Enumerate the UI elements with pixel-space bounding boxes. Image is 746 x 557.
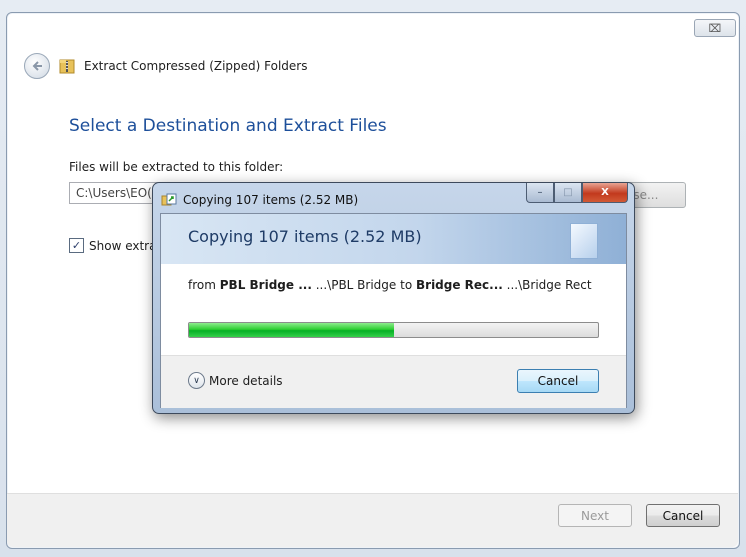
next-button[interactable]: Next xyxy=(558,504,632,527)
page-heading: Select a Destination and Extract Files xyxy=(69,116,387,136)
copy-titlebar: Copying 107 items (2.52 MB) xyxy=(161,189,358,211)
copy-dialog-footer: ∨ More details Cancel xyxy=(161,355,626,408)
source-path: ...\PBL Bridge xyxy=(315,278,397,292)
destination-name[interactable]: Bridge Rec... xyxy=(416,278,503,292)
copy-dialog-body: Copying 107 items (2.52 MB) from PBL Bri… xyxy=(160,213,627,408)
wizard-titlebar: Extract Compressed (Zipped) Folders xyxy=(24,52,308,80)
document-icon xyxy=(570,223,598,259)
from-word: from xyxy=(188,278,216,292)
copy-dialog-title: Copying 107 items (2.52 MB) xyxy=(183,193,359,207)
maximize-button[interactable]: □ xyxy=(554,183,582,203)
show-files-label: Show extra xyxy=(89,238,157,253)
copy-progress-bar xyxy=(188,322,599,338)
caption-buttons: – □ X xyxy=(526,183,628,203)
copy-source-destination: from PBL Bridge ... ...\PBL Bridge to Br… xyxy=(188,278,592,292)
minimize-button[interactable]: – xyxy=(526,183,554,203)
zip-folder-icon xyxy=(59,59,75,74)
back-arrow-icon[interactable] xyxy=(24,53,50,79)
destination-label: Files will be extracted to this folder: xyxy=(69,160,284,174)
copy-files-icon xyxy=(161,193,177,206)
more-details-label: More details xyxy=(209,373,283,388)
window-title: Extract Compressed (Zipped) Folders xyxy=(84,59,308,73)
chevron-down-icon[interactable]: ∨ xyxy=(188,372,205,389)
close-button[interactable]: X xyxy=(582,183,628,203)
copy-banner: Copying 107 items (2.52 MB) xyxy=(161,214,626,264)
copy-progress-dialog: Copying 107 items (2.52 MB) – □ X Copyin… xyxy=(152,182,635,414)
copy-cancel-button[interactable]: Cancel xyxy=(517,369,599,393)
progress-fill xyxy=(189,323,394,337)
wizard-close-button[interactable]: ⌧ xyxy=(694,19,736,37)
destination-path: ...\Bridge Rect xyxy=(506,278,592,292)
to-word: to xyxy=(400,278,413,292)
show-files-checkbox[interactable]: ✓ Show extra xyxy=(69,238,156,253)
copy-banner-text: Copying 107 items (2.52 MB) xyxy=(188,227,422,246)
source-name[interactable]: PBL Bridge ... xyxy=(220,278,312,292)
checkbox-checked[interactable]: ✓ xyxy=(69,238,84,253)
wizard-cancel-button[interactable]: Cancel xyxy=(646,504,720,527)
more-details-toggle[interactable]: ∨ More details xyxy=(188,372,283,389)
